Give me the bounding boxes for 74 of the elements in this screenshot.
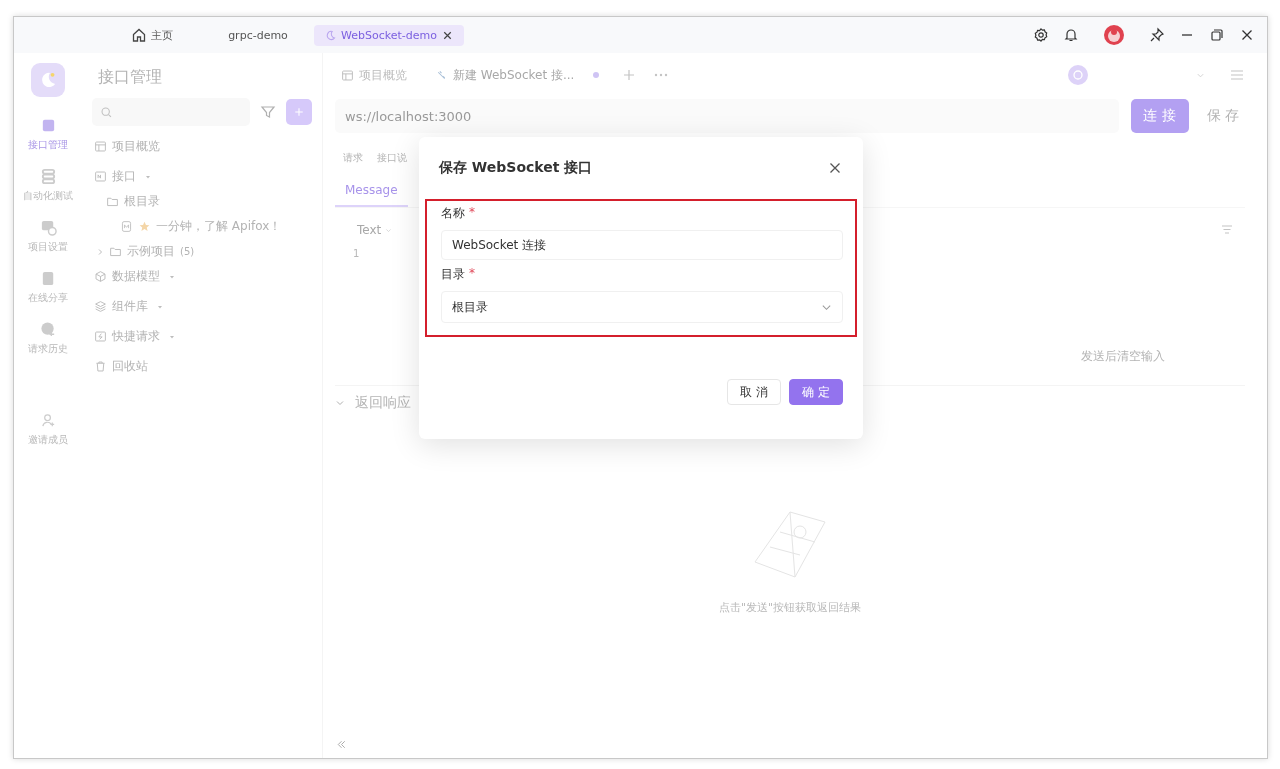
tree-item[interactable]: 一分钟，了解 Apifox！ [92,214,312,239]
add-user-icon [39,412,57,429]
tree-item[interactable]: 快捷请求 [92,324,312,349]
cancel-button[interactable]: 取 消 [727,379,782,405]
filter-icon[interactable] [260,104,276,120]
nav-item[interactable]: 请求历史 [28,321,68,356]
folder-icon [109,245,122,258]
window-tab[interactable]: WebSocket-demo [314,24,464,46]
save-button[interactable]: 保 存 [1200,107,1245,125]
confirm-button[interactable]: 确 定 [789,379,843,405]
chevron-down-icon[interactable] [335,398,345,408]
folder-icon [106,195,119,208]
sidebar-title: 接口管理 [98,67,163,88]
url-field[interactable]: ws://localhost:3000 [335,99,1119,133]
search-icon [100,105,113,119]
plus-icon [293,106,305,118]
empty-message: 点击"发送"按钮获取返回结果 [718,600,862,615]
caret-icon[interactable] [169,273,175,280]
caret-icon[interactable] [145,173,151,180]
home-icon [131,27,147,43]
bell-icon[interactable] [1063,27,1079,43]
nav-item[interactable]: 邀请成员 [28,412,68,447]
tree-item[interactable]: 接口 [92,164,312,189]
required-mark: * [469,266,475,282]
restore-icon[interactable] [1209,27,1225,43]
star-icon [138,220,151,233]
document-tab[interactable]: 项目概览 [335,66,413,84]
chevron-down-icon [385,226,393,234]
section-tab[interactable]: 接口说 [377,151,407,165]
item-count: (5) [180,246,195,257]
tree-item[interactable]: 回收站 [92,354,312,379]
trash-icon [94,360,107,373]
layout-icon [341,68,354,82]
environment-icon[interactable] [1067,64,1089,86]
message-tab[interactable]: Message [335,179,408,207]
nav-item[interactable]: 在线分享 [28,270,68,305]
field-label: 名称 [441,205,465,222]
document-tab[interactable]: 新建 WebSocket 接... [429,66,606,84]
layout-icon [94,140,107,153]
window-tab[interactable]: grpc-demo [208,24,308,46]
window-tab[interactable]: 主页 [102,23,202,47]
tree-item[interactable]: 根目录 [92,189,312,214]
response-title: 返回响应 [355,394,411,412]
app-logo [31,63,65,97]
tree-item[interactable]: 示例项目 (5) [92,239,312,264]
tree-item[interactable]: 组件库 [92,294,312,319]
line-number: 1 [353,248,361,259]
menu-icon[interactable] [1229,67,1245,83]
nav-item[interactable]: 接口管理 [28,117,68,152]
tree-item[interactable]: 项目概览 [92,134,312,159]
nav-item[interactable]: 自动化测试 [23,168,73,203]
cube-icon [94,270,107,283]
section-tab[interactable]: 请求 [343,151,363,165]
document-icon [120,220,133,233]
chevron-right-icon[interactable] [96,247,104,256]
field-label: 目录 [441,266,465,283]
connect-button[interactable]: 连 接 [1130,99,1189,133]
tree-item[interactable]: 数据模型 [92,264,312,289]
format-select[interactable]: Text [357,223,393,237]
dialog-title: 保存 WebSocket 接口 [439,159,593,177]
name-field[interactable]: WebSocket 连接 [441,230,843,260]
lightning-icon [94,330,107,343]
layers-icon [94,300,107,313]
pin-icon[interactable] [1149,27,1165,43]
avatar-icon[interactable] [1103,24,1125,46]
add-button[interactable] [286,99,312,125]
moon-icon [324,28,337,42]
caret-icon[interactable] [157,303,163,310]
required-mark: * [469,205,475,221]
search-field[interactable] [92,98,250,126]
directory-select[interactable]: 根目录 [441,291,843,323]
clear-after-send-label: 发送后清空输入 [1081,348,1165,365]
stack-icon [39,168,57,185]
caret-icon[interactable] [169,333,175,340]
